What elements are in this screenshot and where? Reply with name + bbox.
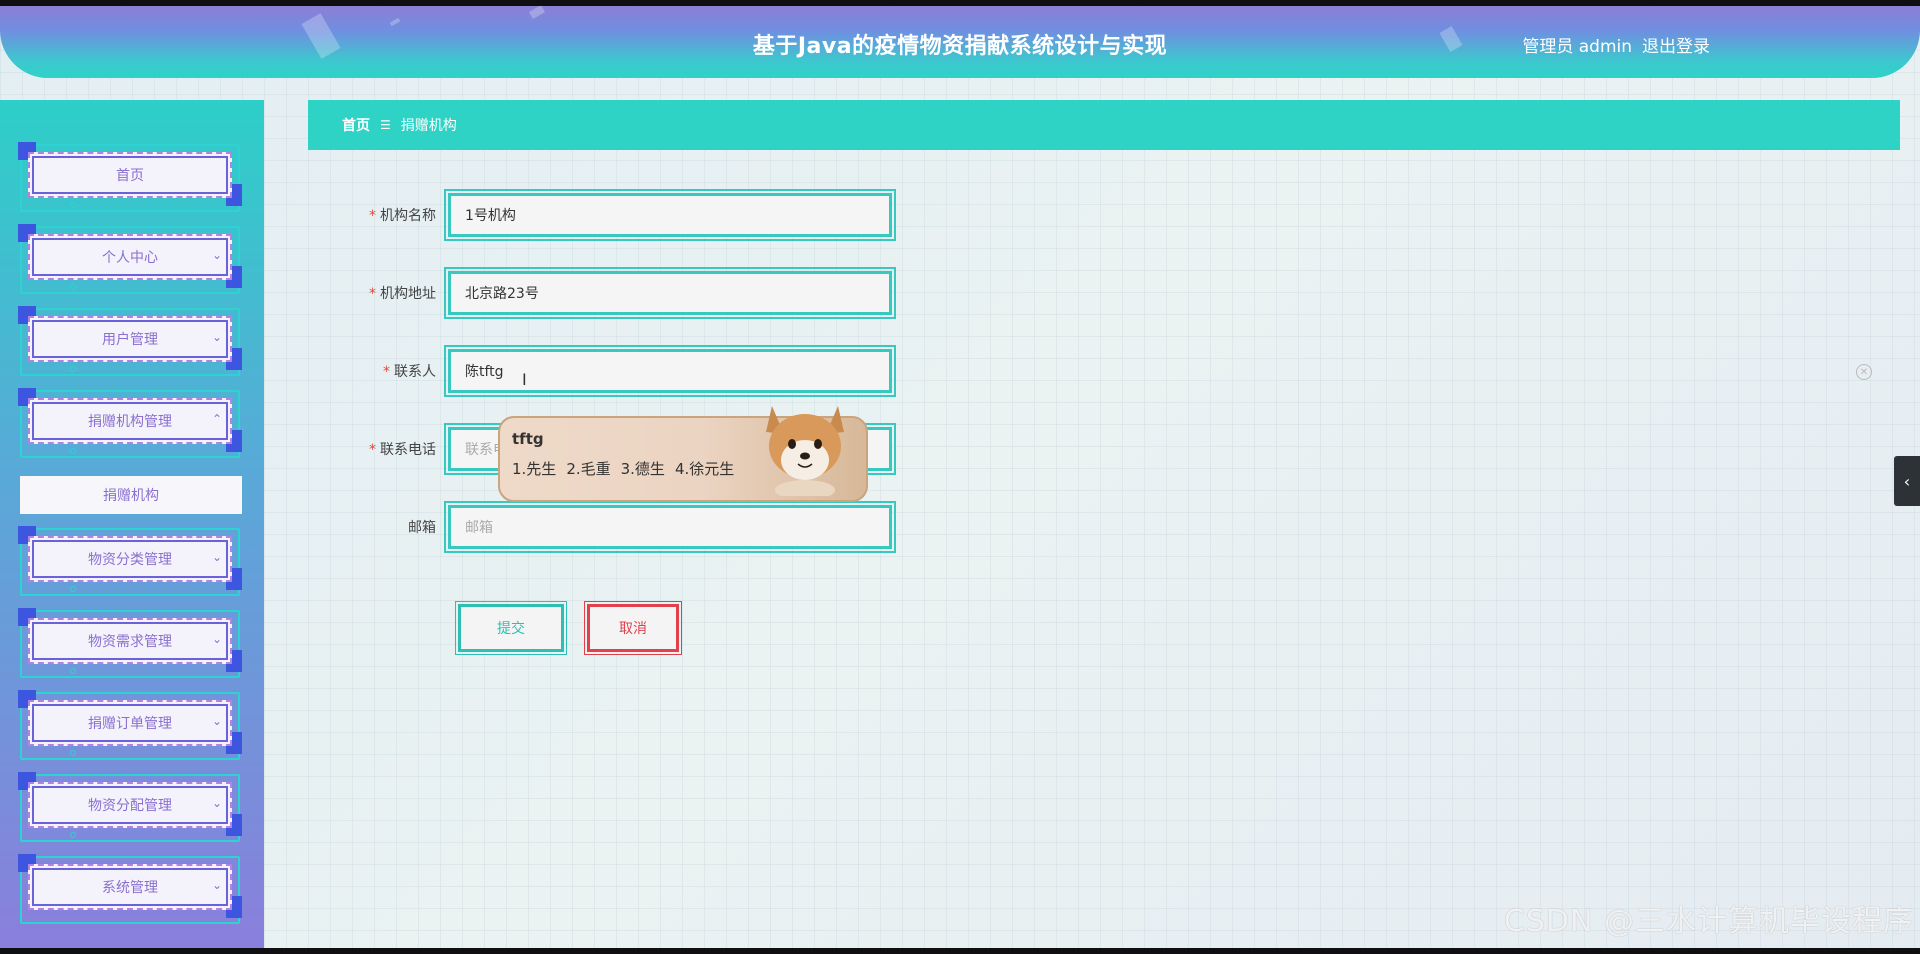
required-mark: * <box>383 364 390 380</box>
field-label: 邮箱 <box>408 520 436 536</box>
breadcrumb: 首页 ☰ 捐赠机构 <box>308 100 1900 150</box>
sidebar-item-label: 物资分配管理 <box>28 782 232 828</box>
sidebar-item-label: 捐赠机构管理 <box>28 398 232 444</box>
required-mark: * <box>369 208 376 224</box>
sidebar-item-demand[interactable]: 物资需求管理 ⌄ <box>18 608 242 678</box>
chevron-down-icon: ⌄ <box>212 248 223 262</box>
user-area: 管理员 admin 退出登录 <box>1522 32 1710 57</box>
sidebar-item-allocation[interactable]: 物资分配管理 ⌄ <box>18 772 242 842</box>
sidebar-item-label: 系统管理 <box>28 864 232 910</box>
chevron-down-icon: ⌄ <box>212 878 223 892</box>
sidebar-item-label: 物资分类管理 <box>28 536 232 582</box>
chevron-down-icon: ⌄ <box>212 632 223 646</box>
ime-composition: tftg <box>512 430 544 448</box>
user-label: 管理员 admin <box>1522 37 1632 57</box>
close-circle-icon[interactable]: ✕ <box>1856 364 1872 380</box>
email-input[interactable]: 邮箱 <box>444 501 896 553</box>
breadcrumb-home[interactable]: 首页 <box>342 115 370 135</box>
menu-icon: ☰ <box>380 118 391 132</box>
menu-dot <box>70 202 76 208</box>
breadcrumb-current: 捐赠机构 <box>400 118 457 134</box>
sidebar-item-system[interactable]: 系统管理 ⌄ <box>18 854 242 924</box>
shiba-dog-icon <box>766 406 844 496</box>
form-row-org-name: * 机构名称 1号机构 <box>340 189 896 241</box>
text-cursor-icon: I <box>522 370 527 389</box>
form-row-org-address: * 机构地址 北京路23号 <box>340 267 896 319</box>
menu-dot <box>70 832 76 838</box>
ime-candidate-popup: tftg 1.先生 2.毛重 3.德生 4.徐元生 <box>498 406 868 502</box>
sidebar-item-label: 个人中心 <box>28 234 232 280</box>
sidebar-item-label: 物资需求管理 <box>28 618 232 664</box>
sidebar-item-users[interactable]: 用户管理 ⌄ <box>18 306 242 376</box>
header-decoration <box>528 6 546 19</box>
ime-candidates: 1.先生 2.毛重 3.德生 4.徐元生 <box>512 458 734 479</box>
sidebar-subitem-donation-org[interactable]: 捐赠机构 <box>20 476 242 514</box>
collapse-panel-button[interactable]: ‹ <box>1894 456 1920 506</box>
required-mark: * <box>369 286 376 302</box>
form-row-email: 邮箱 邮箱 <box>340 501 896 553</box>
sidebar-item-label: 首页 <box>28 152 232 198</box>
menu-dot <box>70 668 76 674</box>
chevron-down-icon: ⌄ <box>212 550 223 564</box>
menu-dot <box>70 750 76 756</box>
field-label: * 机构名称 <box>369 208 436 224</box>
sidebar-item-label: 用户管理 <box>28 316 232 362</box>
menu-dot <box>70 586 76 592</box>
sidebar-item-orders[interactable]: 捐赠订单管理 ⌄ <box>18 690 242 760</box>
chevron-up-icon: ⌃ <box>212 412 223 426</box>
required-mark: * <box>369 442 376 458</box>
top-header: 基于Java的疫情物资捐献系统设计与实现 管理员 admin 退出登录 <box>0 6 1920 78</box>
sidebar-item-donation-org[interactable]: 捐赠机构管理 ⌃ <box>18 388 242 458</box>
org-name-input[interactable]: 1号机构 <box>444 189 896 241</box>
sidebar-item-label: 捐赠订单管理 <box>28 700 232 746</box>
menu-dot <box>70 448 76 454</box>
page: 基于Java的疫情物资捐献系统设计与实现 管理员 admin 退出登录 首页 个… <box>0 6 1920 948</box>
ime-candidate[interactable]: 2.毛重 <box>566 458 610 479</box>
sidebar-item-profile[interactable]: 个人中心 ⌄ <box>18 224 242 294</box>
sidebar: 首页 个人中心 ⌄ 用户管理 ⌄ 捐赠机构管理 ⌃ 捐赠机构 物资分类管理 ⌄ … <box>0 100 264 948</box>
submit-button[interactable]: 提交 <box>455 601 567 655</box>
menu-dot <box>70 284 76 290</box>
logout-link[interactable]: 退出登录 <box>1642 32 1710 57</box>
field-label: * 联系电话 <box>369 442 436 458</box>
cancel-button[interactable]: 取消 <box>584 601 682 655</box>
ime-candidate[interactable]: 3.德生 <box>621 458 665 479</box>
ime-candidate[interactable]: 1.先生 <box>512 458 556 479</box>
ime-candidate[interactable]: 4.徐元生 <box>675 458 734 479</box>
sidebar-item-home[interactable]: 首页 <box>18 142 242 212</box>
chevron-down-icon: ⌄ <box>212 714 223 728</box>
chevron-down-icon: ⌄ <box>212 330 223 344</box>
chevron-down-icon: ⌄ <box>212 796 223 810</box>
header-decoration <box>389 17 401 27</box>
field-label: * 机构地址 <box>369 286 436 302</box>
field-label: * 联系人 <box>383 364 436 380</box>
menu-dot <box>70 366 76 372</box>
sidebar-item-category[interactable]: 物资分类管理 ⌄ <box>18 526 242 596</box>
org-address-input[interactable]: 北京路23号 <box>444 267 896 319</box>
watermark: CSDN @三水计算机毕设程序 <box>1503 904 1914 939</box>
